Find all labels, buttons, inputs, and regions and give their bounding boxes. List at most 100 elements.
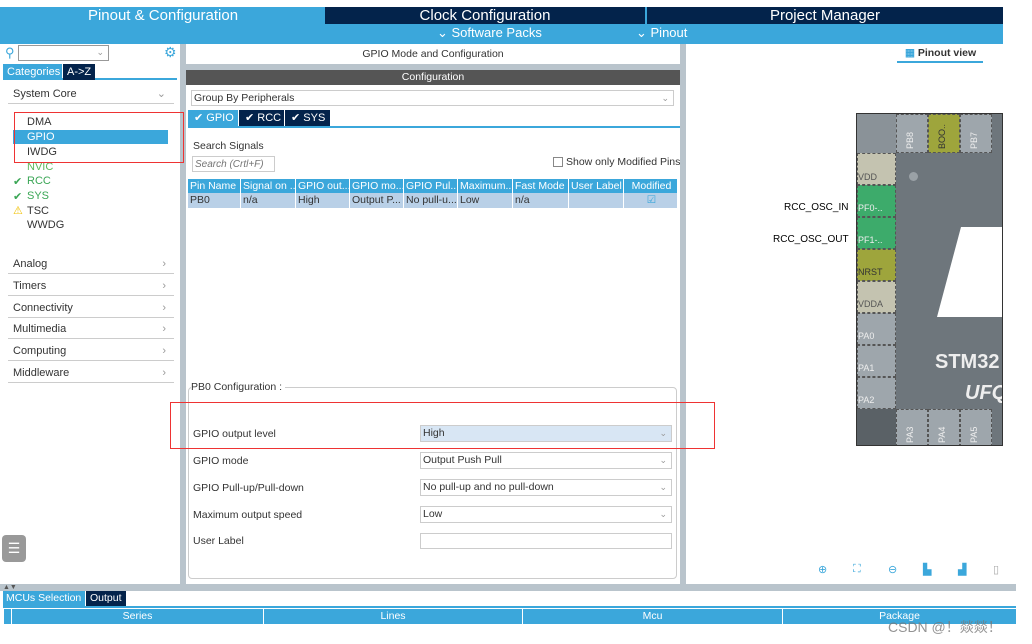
pin-vdda[interactable]: VDDA	[857, 281, 896, 313]
pin-pf1[interactable]: PF1-..	[857, 217, 896, 249]
category-analog[interactable]: Analog ›	[8, 254, 174, 274]
modified-checkbox[interactable]: ☑	[624, 193, 678, 208]
col-gpio-pull[interactable]: GPIO Pul...	[404, 179, 458, 193]
system-core-label: System Core	[13, 88, 77, 100]
col-mcu[interactable]: Mcu	[522, 609, 782, 624]
signal-label: RCC_OSC_IN	[784, 202, 849, 213]
col-maximum[interactable]: Maximum...	[458, 179, 513, 193]
item-rcc[interactable]: RCC	[27, 175, 51, 187]
category-label: Timers	[13, 280, 47, 292]
show-modified-label: Show only Modified Pins	[566, 156, 681, 168]
field-label: User Label	[193, 535, 244, 547]
gear-icon[interactable]: ⚙	[164, 44, 177, 61]
split-icon[interactable]: ▯	[993, 563, 999, 576]
item-wwdg[interactable]: WWDG	[27, 219, 64, 231]
tab-clock-configuration[interactable]: Clock Configuration	[325, 7, 645, 24]
tab-a-z[interactable]: A->Z	[63, 64, 95, 80]
rotate-icon[interactable]: ▟	[958, 563, 966, 576]
highlight-box	[170, 402, 715, 449]
pinout-menu[interactable]: ⌄ Pinout	[636, 25, 687, 41]
tab-project-manager[interactable]: Project Manager	[647, 7, 1003, 24]
zoom-out-icon[interactable]: ⊖	[888, 563, 897, 576]
select-value: Output Push Pull	[423, 454, 502, 466]
chip-package: UFQ	[965, 382, 1003, 404]
pin-pa4[interactable]: PA4	[937, 427, 947, 443]
tab-mcus-selection[interactable]: MCUs Selection	[3, 591, 85, 606]
category-timers[interactable]: Timers ›	[8, 276, 174, 296]
pinout-view-label: Pinout view	[917, 47, 977, 59]
pin-pb8[interactable]: PB8	[905, 132, 915, 149]
col-gpio-mode[interactable]: GPIO mo...	[350, 179, 404, 193]
pin-nrst[interactable]: NRST	[857, 249, 896, 281]
pin-pa1[interactable]: PA1	[857, 345, 896, 377]
col-pin-name[interactable]: Pin Name	[188, 179, 241, 193]
check-icon: ✔	[13, 191, 23, 203]
category-multimedia[interactable]: Multimedia ›	[8, 319, 174, 339]
col-series[interactable]: Series	[11, 609, 263, 624]
pin-pa3[interactable]: PA3	[905, 427, 915, 443]
gpio-pull-select[interactable]: No pull-up and no pull-down ⌄	[420, 479, 672, 496]
item-tsc[interactable]: TSC	[27, 205, 49, 217]
system-core-header[interactable]: System Core ⌄	[8, 84, 174, 104]
cell: No pull-u...	[404, 193, 458, 208]
show-modified-checkbox[interactable]	[553, 157, 563, 167]
bottom-splitter[interactable]: ▲▼	[0, 584, 1016, 591]
search-signals-input[interactable]	[192, 156, 275, 172]
tabs-underline	[188, 126, 680, 128]
signal-label: RCC_OSC_OUT	[773, 234, 849, 245]
category-computing[interactable]: Computing ›	[8, 341, 174, 361]
group-by-dropdown[interactable]: Group By Peripherals ⌄	[191, 90, 674, 106]
tab-label: GPIO	[206, 112, 234, 124]
export-icon[interactable]: ▙	[923, 563, 931, 576]
pin-pa2[interactable]: PA2	[857, 377, 896, 409]
st-logo	[937, 227, 1002, 317]
category-label: Analog	[13, 258, 48, 270]
pin-pa0[interactable]: PA0	[857, 313, 896, 345]
col-fast-mode[interactable]: Fast Mode	[513, 179, 569, 193]
pinout-label: Pinout	[650, 25, 688, 40]
col-modified[interactable]: Modified	[624, 179, 678, 193]
category-connectivity[interactable]: Connectivity ›	[8, 298, 174, 318]
software-packs-menu[interactable]: ⌄ Software Packs	[437, 25, 542, 41]
tab-categories[interactable]: Categories	[3, 64, 62, 80]
pin-pa5[interactable]: PA5	[969, 427, 979, 443]
cell: Low	[458, 193, 513, 208]
zoom-in-icon[interactable]: ⊕	[818, 563, 827, 576]
search-combo[interactable]: ⌄	[18, 45, 109, 61]
cell: n/a	[241, 193, 296, 208]
col-lines[interactable]: Lines	[263, 609, 522, 624]
pin-pf0[interactable]: PF0-..	[857, 185, 896, 217]
cell	[569, 193, 624, 208]
tab-gpio[interactable]: ✔ GPIO	[188, 110, 238, 126]
tab-sys[interactable]: ✔ SYS	[285, 110, 330, 126]
col-signal[interactable]: Signal on ...	[241, 179, 296, 193]
pb0-config-legend: PB0 Configuration :	[191, 381, 286, 393]
max-speed-select[interactable]: Low ⌄	[420, 506, 672, 523]
configuration-header: Configuration	[186, 70, 680, 85]
mcu-chip: PB8 BOO.. PB7 VDD PF0-.. PF1-.. NRST VDD…	[856, 113, 1003, 446]
pinout-view-tab[interactable]: ▦ Pinout view	[897, 47, 983, 63]
cell: n/a	[513, 193, 569, 208]
category-label: Computing	[13, 345, 67, 357]
category-middleware[interactable]: Middleware ›	[8, 363, 174, 383]
user-label-input[interactable]	[420, 533, 672, 549]
col-gpio-output[interactable]: GPIO out...	[296, 179, 350, 193]
col-user-label[interactable]: User Label	[569, 179, 624, 193]
gpio-mode-select[interactable]: Output Push Pull ⌄	[420, 452, 672, 469]
field-label: GPIO Pull-up/Pull-down	[193, 482, 304, 494]
field-label: GPIO mode	[193, 455, 249, 467]
right-splitter[interactable]	[680, 44, 686, 584]
pin-boot0[interactable]: BOO..	[937, 124, 947, 149]
cell: Output P...	[350, 193, 404, 208]
fit-icon[interactable]: ⛶	[853, 563, 861, 576]
tab-output[interactable]: Output	[86, 591, 126, 606]
chip-icon: ▦	[905, 47, 915, 59]
tab-pinout-configuration[interactable]: Pinout & Configuration	[3, 7, 323, 24]
check-icon: ✔	[13, 176, 23, 188]
category-label: Middleware	[13, 367, 70, 379]
tab-rcc[interactable]: ✔ RCC	[239, 110, 284, 126]
list-icon[interactable]: ☰	[2, 535, 26, 562]
pin-pb7[interactable]: PB7	[969, 132, 979, 149]
item-sys[interactable]: SYS	[27, 190, 49, 202]
pin-vdd[interactable]: VDD	[857, 153, 896, 185]
